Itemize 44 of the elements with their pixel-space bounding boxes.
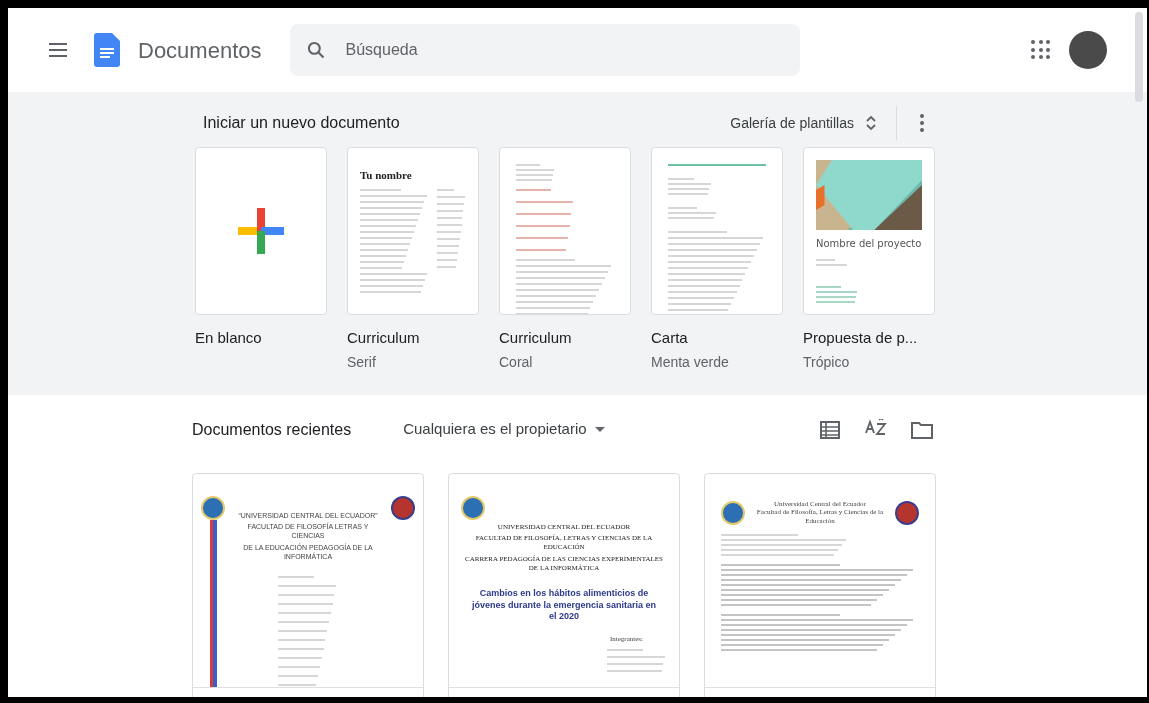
template-name: Curriculum [347, 328, 421, 348]
template-gallery-button[interactable]: Galería de plantillas [730, 112, 888, 134]
text-lines-drawing [607, 648, 667, 672]
template-subtitle: Serif [347, 352, 377, 372]
template-name: Carta [651, 328, 689, 348]
expand-icon [866, 115, 876, 131]
section-title: Iniciar un nuevo documento [203, 113, 400, 133]
template-name: Curriculum [499, 328, 573, 348]
app-title: Documentos [138, 36, 262, 65]
avatar[interactable] [1069, 31, 1107, 69]
template-name: Propuesta de p... [803, 328, 919, 348]
plus-icon [238, 208, 284, 254]
text-lines-drawing [516, 164, 556, 181]
template-subtitle: Menta verde [651, 352, 730, 372]
text-lines-drawing [516, 189, 575, 251]
template-subtitle: Trópico [803, 352, 851, 372]
text-lines-drawing [668, 207, 717, 219]
seal-icon [461, 495, 485, 520]
search-field[interactable]: Búsqueda [289, 24, 800, 76]
preview-title: Tu nombre [360, 169, 413, 181]
scrollbar-thumb[interactable] [1135, 12, 1143, 102]
seal-icon [201, 495, 225, 520]
template-card[interactable] [195, 147, 327, 315]
template-subtitle: Coral [499, 352, 534, 372]
document-title: Cambios en los hábitos alimenticios de jóvenes durante la emergencia sanitaria en el 2020 [470, 588, 658, 622]
seal-icon [895, 500, 919, 525]
template-card[interactable]: Tu nombre [347, 147, 479, 315]
preview-title: Nombre del proyecto [816, 238, 922, 251]
text-lines-drawing [816, 285, 859, 303]
list-view-icon[interactable] [820, 420, 840, 439]
search-icon [305, 40, 326, 60]
owner-filter-dropdown[interactable]: Cualquiera es el propietario [403, 418, 605, 441]
text-lines-drawing [816, 258, 848, 266]
template-card[interactable]: Nombre del proyecto [803, 147, 935, 315]
text-lines-drawing [668, 178, 713, 195]
apps-grid-icon[interactable] [1031, 40, 1051, 60]
section-title: Documentos recientes [192, 419, 352, 440]
seal-icon [721, 500, 745, 525]
document-icon [94, 33, 120, 67]
caret-icon [594, 426, 605, 433]
folder-icon[interactable] [910, 419, 934, 440]
seal-icon [391, 495, 415, 520]
template-name: En blanco [195, 328, 263, 348]
document-card[interactable] [448, 472, 680, 697]
